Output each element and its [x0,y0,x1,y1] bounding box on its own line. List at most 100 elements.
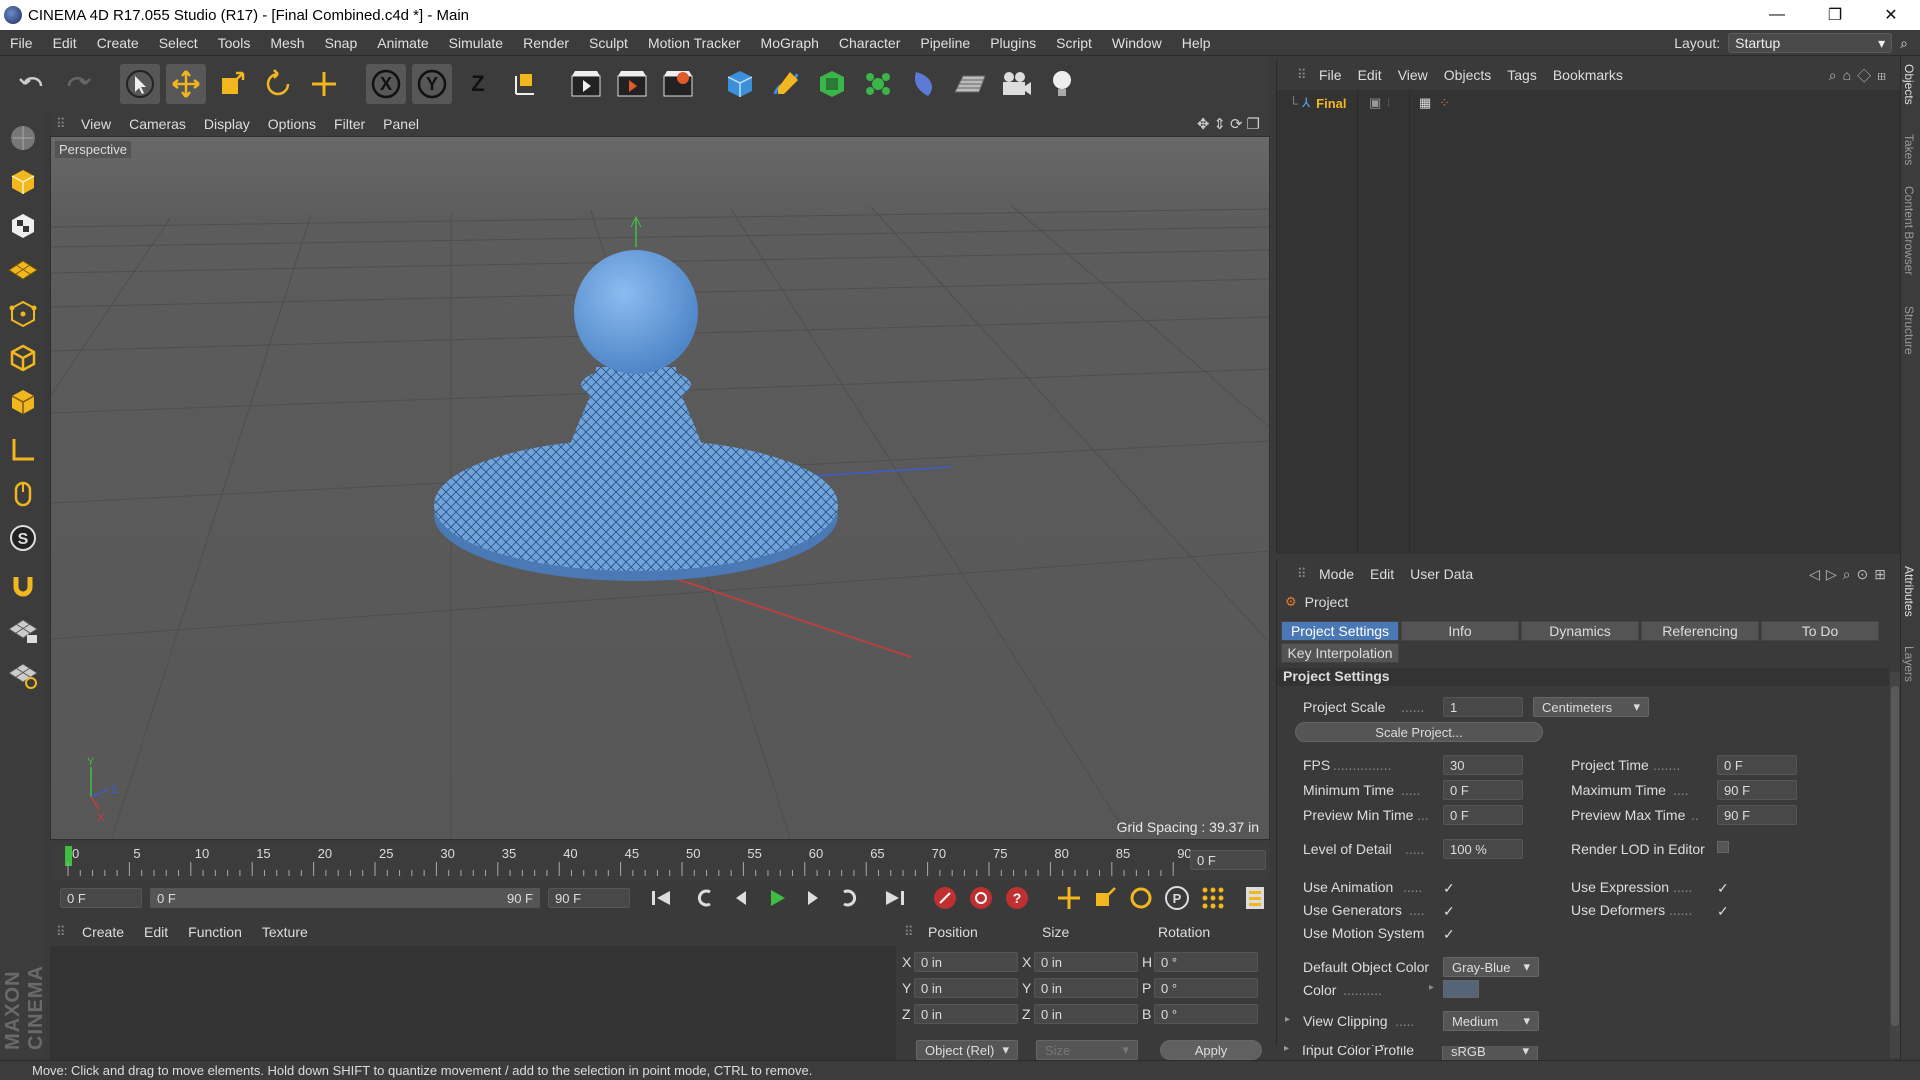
side-tab-layers[interactable]: Layers [1902,646,1916,682]
move-tool-icon[interactable] [166,64,206,104]
undo-icon[interactable] [12,64,52,104]
key-point-level-icon[interactable] [1198,883,1228,913]
render-to-picture-viewer-icon[interactable] [612,64,652,104]
perspective-viewport[interactable]: Y Z X Perspective Grid Spacing : 39.37 i… [50,136,1270,840]
restore-button[interactable]: ❐ [1806,0,1864,30]
default-object-color-dropdown[interactable]: Gray-Blue ▾ [1443,957,1539,977]
viewport-menu-options[interactable]: Options [259,116,325,132]
checker-tag-icon[interactable]: ▦ [1419,95,1431,111]
use-animation-checkbox[interactable]: ✓ [1443,881,1457,895]
next-key-icon[interactable] [834,883,864,913]
menu-sculpt[interactable]: Sculpt [579,35,638,51]
tab-dynamics[interactable]: Dynamics [1521,621,1639,641]
autokeying-icon[interactable] [966,883,996,913]
project-scale-field[interactable]: 1 [1443,697,1523,717]
render-lod-checkbox[interactable] [1717,841,1729,853]
material-menu-create[interactable]: Create [72,924,134,940]
edit-visibility-icon[interactable]: ▣ [1369,95,1381,111]
x-axis-lock-button[interactable]: X [366,64,406,104]
object-row-final[interactable]: └ ⅄ Final ▣ ⁝ ▦ ⁘ [1277,92,1901,114]
key-rotation-icon[interactable] [1126,883,1156,913]
key-parameter-icon[interactable]: P [1162,883,1192,913]
start-frame-field[interactable]: 0 F [60,888,142,908]
use-deformers-checkbox[interactable]: ✓ [1717,904,1731,918]
side-tab-objects[interactable]: Objects [1902,64,1916,105]
redo-icon[interactable] [58,64,98,104]
camera-icon[interactable] [996,64,1036,104]
material-menu-function[interactable]: Function [178,924,252,940]
preview-max-time-field[interactable]: 90 F [1717,805,1797,825]
menu-file[interactable]: File [0,35,43,51]
project-scale-unit-dropdown[interactable]: Centimeters ▾ [1533,697,1649,717]
viewport-navigation-icons[interactable]: ✥⇕⟳❐ [1197,115,1264,133]
size-mode-dropdown[interactable]: Size ▾ [1036,1040,1138,1060]
cube-primitive-icon[interactable] [720,64,760,104]
menu-render[interactable]: Render [513,35,579,51]
layout-dropdown[interactable]: Startup ▾ [1728,33,1893,53]
size-z-field[interactable]: 0 in [1034,1004,1138,1024]
material-menu-edit[interactable]: Edit [134,924,178,940]
viewport-menu-cameras[interactable]: Cameras [120,116,195,132]
menu-select[interactable]: Select [149,35,208,51]
rotation-p-field[interactable]: 0 ° [1154,978,1258,998]
y-axis-lock-button[interactable]: Y [412,64,452,104]
input-color-profile-dropdown[interactable]: sRGB ▾ [1442,1046,1538,1060]
snapping-icon[interactable]: S [3,518,43,558]
timeline-ruler[interactable]: 0 5 10 15 20 25 30 35 40 45 50 55 60 65 70 75 80 85 90 0 F [50,842,1270,880]
rotation-h-field[interactable]: 0 ° [1154,952,1258,972]
model-mode-icon[interactable] [3,162,43,202]
record-active-objects-icon[interactable] [930,883,960,913]
tab-to-do[interactable]: To Do [1761,621,1879,641]
end-frame-field[interactable]: 90 F [548,888,630,908]
menu-motion-tracker[interactable]: Motion Tracker [638,35,751,51]
position-z-field[interactable]: 0 in [914,1004,1018,1024]
menu-create[interactable]: Create [87,35,149,51]
make-editable-icon[interactable] [3,118,43,158]
side-tab-attributes[interactable]: Attributes [1902,566,1916,617]
rotate-tool-icon[interactable] [258,64,298,104]
project-time-field[interactable]: 0 F [1717,755,1797,775]
expand-arrow-icon[interactable]: ▸ [1284,1046,1289,1054]
floor-icon[interactable] [950,64,990,104]
scale-tool-icon[interactable] [212,64,252,104]
view-clipping-dropdown[interactable]: Medium ▾ [1443,1011,1539,1031]
expand-arrow-icon[interactable]: ▸ [1429,982,1434,993]
object-menu-tags[interactable]: Tags [1499,67,1545,83]
tab-key-interpolation[interactable]: Key Interpolation [1281,643,1399,663]
side-tab-content-browser[interactable]: Content Browser [1902,186,1916,275]
render-view-icon[interactable] [566,64,606,104]
minimize-button[interactable]: — [1748,0,1806,30]
attribute-scrollbar[interactable] [1890,672,1900,1058]
pen-spline-icon[interactable] [766,64,806,104]
material-menu-texture[interactable]: Texture [252,924,318,940]
color-swatch[interactable] [1443,980,1479,998]
object-menu-objects[interactable]: Objects [1436,67,1499,83]
minimum-time-field[interactable]: 0 F [1443,780,1523,800]
menu-simulate[interactable]: Simulate [439,35,513,51]
use-expression-checkbox[interactable]: ✓ [1717,881,1731,895]
coordinate-system-icon[interactable] [504,64,544,104]
render-settings-icon[interactable] [658,64,698,104]
previous-key-icon[interactable] [690,883,720,913]
cloner-icon[interactable] [858,64,898,104]
visibility-dots-icon[interactable]: ⁝ [1387,98,1390,109]
menu-help[interactable]: Help [1172,35,1221,51]
object-manager-tool-icons[interactable]: ⌕⌂◇⊞ [1829,67,1892,84]
viewport-menu-view[interactable]: View [72,116,120,132]
object-menu-edit[interactable]: Edit [1350,67,1390,83]
deformer-icon[interactable] [904,64,944,104]
attribute-manager-tool-icons[interactable]: ◁▷⌕⊙⊞ [1809,566,1892,583]
menu-mograph[interactable]: MoGraph [751,35,829,51]
live-selection-icon[interactable] [120,64,160,104]
search-icon[interactable]: ⌕ [1900,35,1908,52]
rotation-b-field[interactable]: 0 ° [1154,1004,1258,1024]
object-menu-view[interactable]: View [1390,67,1436,83]
points-mode-icon[interactable] [3,294,43,334]
tab-project-settings[interactable]: Project Settings [1281,621,1399,641]
preview-min-time-field[interactable]: 0 F [1443,805,1523,825]
menu-character[interactable]: Character [829,35,910,51]
tab-info[interactable]: Info [1401,621,1519,641]
tab-referencing[interactable]: Referencing [1641,621,1759,641]
menu-animate[interactable]: Animate [367,35,438,51]
fps-field[interactable]: 30 [1443,755,1523,775]
